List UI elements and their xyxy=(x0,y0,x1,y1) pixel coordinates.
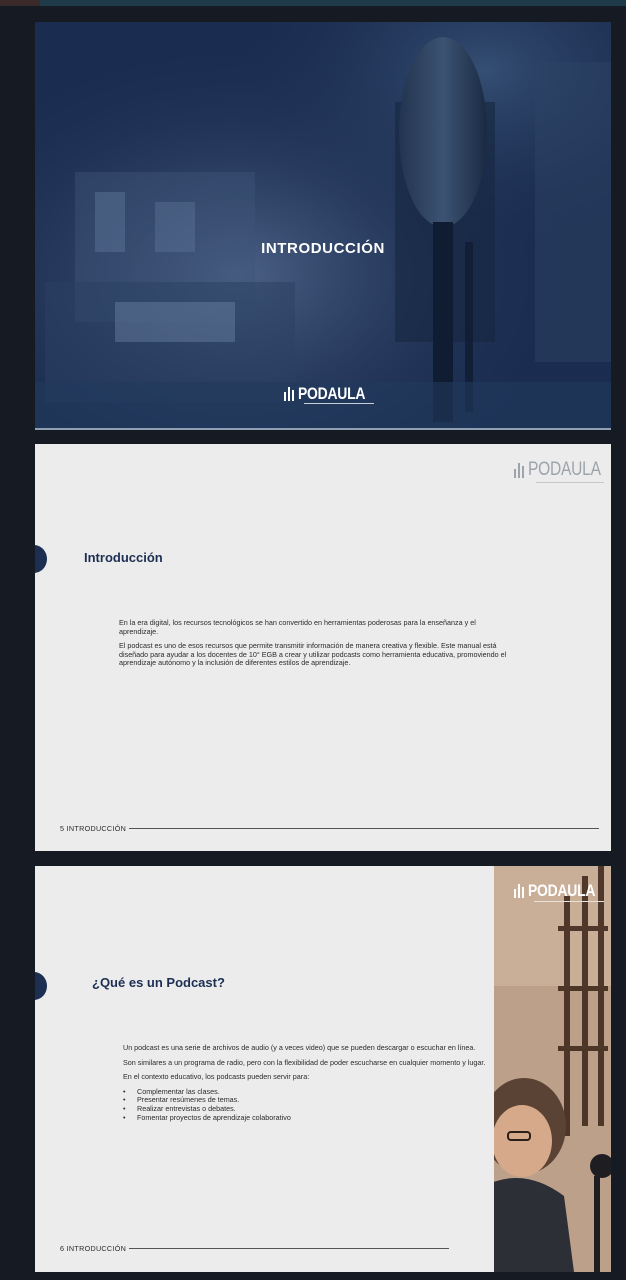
logo-underline xyxy=(534,901,604,902)
footer-page-label: 6 INTRODUCCIÓN xyxy=(60,1244,127,1253)
page-footer: 5 INTRODUCCIÓN xyxy=(60,824,600,833)
logo-text: PODAULA xyxy=(528,881,596,900)
logo-underline xyxy=(536,482,604,483)
microphone-studio-photo xyxy=(35,22,611,430)
slide-bottom-line xyxy=(35,428,611,430)
paragraph: En el contexto educativo, los podcasts p… xyxy=(123,1072,310,1082)
page-footer: 6 INTRODUCCIÓN xyxy=(60,1244,450,1253)
top-bar-accent xyxy=(0,0,40,6)
bar-chart-logo-icon xyxy=(284,387,294,401)
cover-title: INTRODUCCIÓN xyxy=(261,240,385,257)
podaula-logo: PODAULA xyxy=(284,384,380,404)
paragraph: El podcast es uno de esos recursos que p… xyxy=(119,641,507,668)
logo-text: PODAULA xyxy=(528,459,601,480)
section-title: ¿Qué es un Podcast? xyxy=(92,975,225,990)
section-title: Introducción xyxy=(84,550,163,565)
bar-chart-logo-icon xyxy=(514,463,524,478)
podaula-logo: PODAULA xyxy=(514,459,611,483)
viewer-top-bar xyxy=(0,0,626,6)
podaula-logo: PODAULA xyxy=(514,881,610,902)
paragraph: Un podcast es una serie de archivos de a… xyxy=(123,1043,476,1052)
half-circle-marker xyxy=(35,972,47,1000)
footer-rule xyxy=(129,1248,450,1249)
half-circle-marker xyxy=(35,545,47,573)
slide-cover: INTRODUCCIÓN PODAULA xyxy=(35,22,611,430)
podcaster-photo: PODAULA xyxy=(494,866,611,1272)
logo-text: PODAULA xyxy=(298,384,366,403)
bar-chart-logo-icon xyxy=(514,884,524,898)
bullet-list: Complementar las clases. Presentar resúm… xyxy=(123,1087,493,1123)
podcaster-photo-art xyxy=(494,866,611,1272)
body-text: Un podcast es una serie de archivos de a… xyxy=(123,1043,493,1123)
paragraph: Son similares a un programa de radio, pe… xyxy=(123,1057,486,1067)
logo-tagline-line xyxy=(304,403,374,404)
slide-podcast: ¿Qué es un Podcast? Un podcast es una se… xyxy=(35,866,611,1272)
slide-intro: PODAULA Introducción En la era digital, … xyxy=(35,444,611,851)
paragraph: En la era digital, los recursos tecnológ… xyxy=(119,618,476,636)
body-text: En la era digital, los recursos tecnológ… xyxy=(119,618,509,674)
footer-rule xyxy=(129,828,600,829)
footer-page-label: 5 INTRODUCCIÓN xyxy=(60,824,127,833)
list-item: Fomentar proyectos de aprendizaje colabo… xyxy=(123,1113,493,1123)
